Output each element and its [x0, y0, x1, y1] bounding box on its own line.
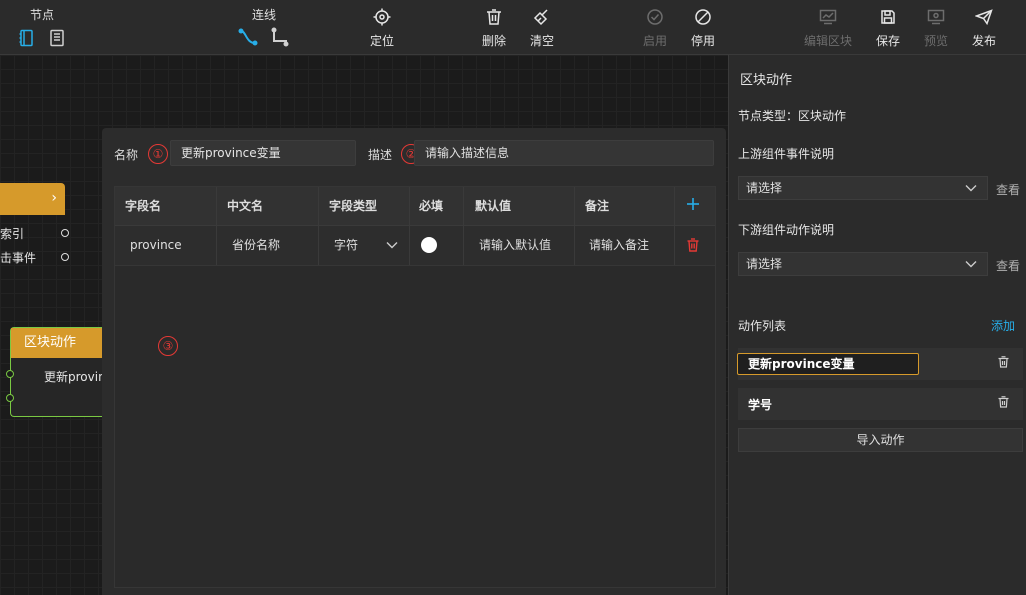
upstream-view-link[interactable]: 查看 — [996, 181, 1020, 198]
add-action-link[interactable]: 添加 — [991, 317, 1015, 334]
locate-icon — [362, 6, 402, 28]
col-field-type: 字段类型 — [329, 199, 378, 213]
col-field-name: 字段名 — [125, 199, 162, 213]
node-panel-icon[interactable] — [19, 29, 35, 50]
trash-icon[interactable] — [998, 396, 1009, 411]
line-group-caption: 连线 — [251, 8, 276, 22]
disable-button[interactable]: 停用 — [683, 6, 723, 49]
action-name: 学号 — [748, 398, 773, 412]
publish-button[interactable]: 发布 — [964, 6, 1004, 49]
field-type-value: 字符 — [334, 238, 359, 252]
remark-input[interactable]: 请输入备注 — [589, 226, 649, 264]
clear-label: 清空 — [529, 34, 554, 48]
publish-label: 发布 — [971, 34, 996, 48]
block-action-node-title: 区块动作 — [11, 328, 106, 358]
field-table: 字段名 中文名 字段类型 必填 默认值 备注 province 省份名称 字符 … — [114, 186, 716, 588]
block-action-node-row: 更新provin — [44, 370, 106, 384]
save-button[interactable]: 保存 — [868, 6, 908, 49]
chevron-right-icon[interactable]: › — [51, 190, 57, 206]
curve-line-icon[interactable] — [238, 27, 258, 50]
upstream-select-value: 请选择 — [746, 181, 783, 195]
upstream-label: 上游组件事件说明 — [738, 147, 835, 161]
preview-label: 预览 — [923, 34, 948, 48]
field-type-select[interactable]: 字符 — [334, 226, 398, 264]
locate-button[interactable]: 定位 — [362, 6, 402, 49]
flow-canvas[interactable]: › 索引 击事件 区块动作 更新provin 名称 ① 更新province变量… — [0, 55, 728, 595]
downstream-view-link[interactable]: 查看 — [996, 257, 1020, 274]
field-name-cell[interactable]: province — [130, 226, 182, 264]
node-group: 节点 — [18, 6, 66, 50]
description-input[interactable]: 请输入描述信息 — [414, 140, 714, 166]
output-port[interactable] — [61, 253, 69, 261]
trash-icon[interactable] — [998, 356, 1009, 371]
downstream-select[interactable]: 请选择 — [738, 252, 988, 276]
enable-label: 启用 — [642, 34, 667, 48]
default-value-input[interactable]: 请输入默认值 — [479, 226, 551, 264]
step-line-icon[interactable] — [270, 27, 290, 50]
node-list-icon[interactable] — [49, 29, 65, 50]
chevron-down-icon — [386, 226, 398, 264]
event-node-row-click: 击事件 — [0, 251, 37, 265]
ban-icon — [683, 6, 723, 28]
name-label: 名称 — [114, 148, 139, 162]
chevron-down-icon — [965, 253, 977, 275]
name-input[interactable]: 更新province变量 — [170, 140, 356, 166]
edit-block-label: 编辑区块 — [803, 34, 852, 48]
action-item[interactable]: 学号 — [738, 388, 1023, 420]
clear-button[interactable]: 清空 — [522, 6, 562, 49]
output-port[interactable] — [61, 229, 69, 237]
downstream-label: 下游组件动作说明 — [738, 223, 835, 237]
action-item[interactable]: 更新province变量 — [737, 348, 1023, 380]
annotation-marker-3: ③ — [158, 336, 178, 356]
enable-button[interactable]: 启用 — [635, 6, 675, 49]
col-cn-name: 中文名 — [227, 199, 264, 213]
edit-block-button[interactable]: 编辑区块 — [800, 6, 856, 49]
save-icon — [868, 6, 908, 28]
broom-icon — [522, 6, 562, 28]
delete-row-icon[interactable] — [687, 238, 699, 255]
action-list-label: 动作列表 — [738, 319, 787, 333]
chevron-down-icon — [965, 177, 977, 199]
toolbar: 节点 连线 定位 删除 清空 启用 停用 编辑区块 保存 预览 发布 — [0, 0, 1026, 55]
col-remark: 备注 — [585, 199, 610, 213]
description-label: 描述 — [368, 148, 393, 162]
variable-dialog: 名称 ① 更新province变量 描述 ② 请输入描述信息 字段名 中文名 字… — [102, 128, 726, 595]
trash-icon — [474, 6, 514, 28]
node-group-caption: 节点 — [29, 8, 54, 22]
add-row-icon[interactable] — [686, 197, 700, 214]
check-circle-icon — [635, 6, 675, 28]
col-default: 默认值 — [475, 199, 512, 213]
locate-label: 定位 — [369, 34, 394, 48]
col-required: 必填 — [419, 199, 444, 213]
line-group: 连线 — [236, 6, 292, 50]
cn-name-cell[interactable]: 省份名称 — [232, 226, 280, 264]
input-port[interactable] — [6, 370, 14, 378]
upstream-select[interactable]: 请选择 — [738, 176, 988, 200]
preview-icon — [916, 6, 956, 28]
node-type-text: 节点类型：区块动作 — [738, 109, 847, 123]
required-toggle[interactable] — [421, 237, 437, 253]
event-node-header[interactable]: › — [0, 183, 65, 215]
downstream-select-value: 请选择 — [746, 257, 783, 271]
input-port[interactable] — [6, 394, 14, 402]
annotation-marker-1: ① — [148, 144, 168, 164]
delete-button[interactable]: 删除 — [474, 6, 514, 49]
disable-label: 停用 — [690, 34, 715, 48]
edit-block-icon — [800, 6, 856, 28]
table-header — [115, 187, 715, 226]
preview-button[interactable]: 预览 — [916, 6, 956, 49]
import-action-button[interactable]: 导入动作 — [738, 428, 1023, 452]
block-action-node[interactable]: 区块动作 更新provin — [6, 327, 106, 417]
event-node[interactable]: › 索引 击事件 — [0, 183, 69, 283]
action-name: 更新province变量 — [748, 357, 855, 371]
delete-label: 删除 — [481, 34, 506, 48]
save-label: 保存 — [875, 34, 900, 48]
send-icon — [964, 6, 1004, 28]
properties-panel: 区块动作 节点类型：区块动作 上游组件事件说明 请选择 查看 下游组件动作说明 … — [728, 55, 1026, 595]
panel-title: 区块动作 — [740, 73, 793, 88]
event-node-row-index: 索引 — [0, 227, 25, 241]
